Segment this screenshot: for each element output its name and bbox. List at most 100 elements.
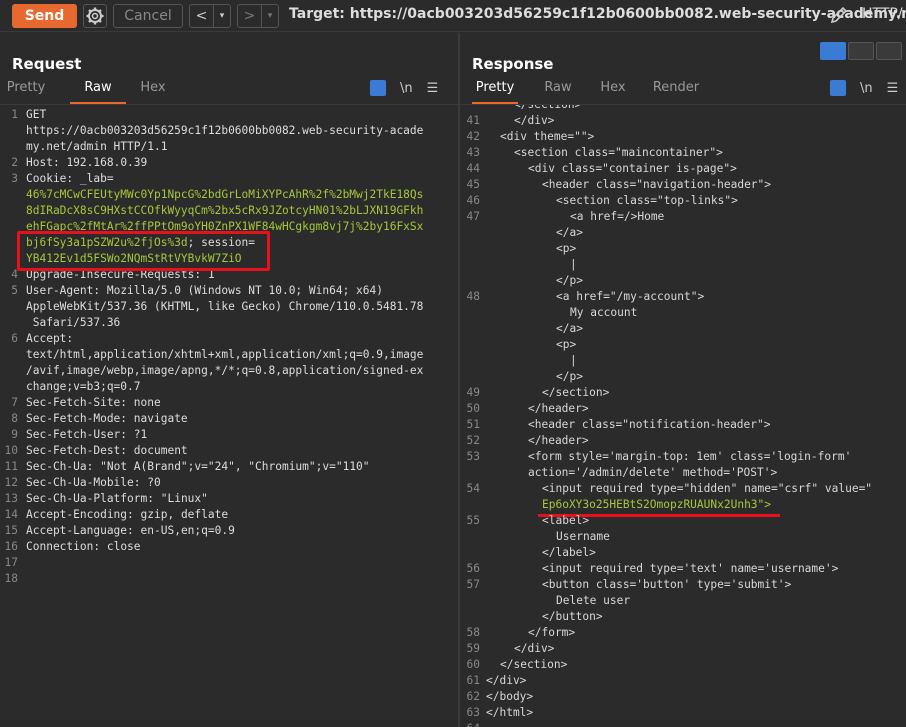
newline-toggle[interactable]: \n — [400, 81, 413, 96]
request-line-text: Sec-Ch-Ua-Mobile: ?0 — [26, 475, 161, 491]
response-line: action='/admin/delete' method='POST'> — [460, 465, 900, 481]
response-line: 43 <section class="maincontainer"> — [460, 145, 900, 161]
forward-history-dropdown[interactable]: ▾ — [262, 5, 278, 27]
line-number: 61 — [466, 674, 480, 687]
tab-hex[interactable]: Hex — [134, 80, 172, 102]
request-line: 46%7cMCwCFEUtyMWc0Yp1NpcG%2bdGrLoMiXYPcA… — [0, 187, 448, 203]
response-line: 57 <button class='button' type='submit'> — [460, 577, 900, 593]
request-line-text: GET — [26, 107, 46, 123]
request-line: 1 GET — [0, 107, 448, 123]
header-separator: : — [120, 444, 134, 457]
request-title: Request — [12, 55, 82, 73]
settings-button[interactable] — [83, 4, 107, 28]
line-number: 48 — [466, 290, 480, 303]
cookie-value: 8dIRaDcX8sC9HXstCCOfkWyyqCm%2bx5cRx9JZot… — [26, 204, 424, 217]
header-name: Sec-Ch-Ua-Platform — [26, 492, 148, 505]
response-line-text: </p> — [556, 370, 583, 383]
request-tools: \n ☰ — [370, 80, 438, 96]
response-line: | — [460, 257, 900, 273]
forward-button[interactable]: > — [238, 5, 262, 27]
request-text: /avif,image/webp,image/apng,*/*;q=0.8,ap… — [26, 364, 424, 377]
response-line-text: <div theme=""> — [500, 130, 595, 143]
back-history-dropdown[interactable]: ▾ — [214, 5, 230, 27]
response-editor[interactable]: </section> 41 </div> 42 <div theme=""> 43 <sec… — [460, 104, 906, 727]
back-button[interactable]: < — [190, 5, 214, 27]
response-line-text: </button> — [542, 610, 603, 623]
header-separator: : — [86, 460, 101, 473]
header-separator: : — [127, 524, 141, 537]
newline-toggle[interactable]: \n — [860, 81, 873, 96]
target-url: Target: https://0acb003203d56259c1f12b06… — [289, 6, 906, 22]
line-number: 3 — [11, 172, 18, 185]
response-line: </p> — [460, 369, 900, 385]
line-number: 49 — [466, 386, 480, 399]
request-line-text: Safari/537.36 — [26, 315, 121, 331]
request-line: text/html,application/xhtml+xml,applicat… — [0, 347, 448, 363]
request-line: https://0acb003203d56259c1f12b0600bb0082… — [0, 123, 448, 139]
header-separator: : — [133, 476, 148, 489]
request-line: my.net/admin HTTP/1.1 — [0, 139, 448, 155]
line-number: 14 — [4, 508, 18, 521]
line-number: 12 — [4, 476, 18, 489]
response-line: 53 <form style='margin-top: 1em' class='l… — [460, 449, 900, 465]
response-line-text: action='/admin/delete' method='POST'> — [528, 466, 778, 479]
line-number: 16 — [4, 540, 18, 553]
request-editor[interactable]: 1 GET https://0acb003203d56259c1f12b0600bb… — [0, 104, 458, 727]
send-button[interactable]: Send — [12, 4, 77, 28]
line-number: 43 — [466, 146, 480, 159]
tab-hex[interactable]: Hex — [596, 80, 630, 102]
wrap-icon[interactable] — [370, 80, 386, 96]
session-cookie-highlight — [17, 231, 270, 271]
line-number: 17 — [4, 556, 18, 569]
header-value: "Not A(Brand";v="24", "Chromium";v="110" — [100, 460, 370, 473]
request-line: 16 Connection: close — [0, 539, 448, 555]
request-line: 10 Sec-Fetch-Dest: document — [0, 443, 448, 459]
cancel-button[interactable]: Cancel — [113, 4, 183, 28]
line-number: 52 — [466, 434, 480, 447]
response-line: 47 <a href=/>Home — [460, 209, 900, 225]
response-tools: \n ☰ — [830, 80, 898, 96]
tab-render[interactable]: Render — [650, 80, 702, 102]
request-line: 2 Host: 192.168.0.39 — [0, 155, 448, 171]
header-separator: : — [93, 284, 107, 297]
menu-icon[interactable]: ☰ — [427, 81, 439, 96]
request-text: text/html,application/xhtml+xml,applicat… — [26, 348, 424, 361]
header-name: Sec-Fetch-Site — [26, 396, 121, 409]
request-line-text: Accept-Language: en-US,en;q=0.9 — [26, 523, 235, 539]
line-number: 57 — [466, 578, 480, 591]
header-value: close — [106, 540, 141, 553]
response-line-text: </header> — [528, 402, 589, 415]
request-line: 7 Sec-Fetch-Site: none — [0, 395, 448, 411]
tab-pretty[interactable]: Pretty — [4, 80, 48, 102]
response-line-text: </form> — [528, 626, 576, 639]
header-separator: : — [66, 332, 80, 345]
response-line: <p> — [460, 241, 900, 257]
response-line: 61 </div> — [460, 673, 900, 689]
response-line: 41 </div> — [460, 113, 900, 129]
http-version-label[interactable]: HTTP/ — [862, 6, 906, 22]
request-line: 8 Sec-Fetch-Mode: navigate — [0, 411, 448, 427]
header-separator: : — [66, 172, 80, 185]
header-value: none — [133, 396, 161, 409]
response-line: 56 <input required type='text' name='user… — [460, 561, 900, 577]
line-number: 8 — [11, 412, 18, 425]
response-line-text: <p> — [556, 338, 577, 351]
request-line-text: Accept: — [26, 331, 80, 347]
response-line: </a> — [460, 225, 900, 241]
header-name: Accept-Encoding — [26, 508, 128, 521]
tab-pretty[interactable]: Pretty — [472, 80, 518, 104]
tab-raw[interactable]: Raw — [538, 80, 578, 102]
header-value: "Linux" — [160, 492, 208, 505]
menu-icon[interactable]: ☰ — [887, 81, 899, 96]
request-line-text: Sec-Ch-Ua: "Not A(Brand";v="24", "Chromi… — [26, 459, 370, 475]
tab-raw[interactable]: Raw — [70, 80, 126, 104]
edit-target-button[interactable] — [828, 4, 850, 26]
line-number: 51 — [466, 418, 480, 431]
pencil-icon — [830, 6, 848, 24]
request-text: my.net/admin HTTP/1.1 — [26, 140, 168, 153]
response-line: </button> — [460, 609, 900, 625]
wrap-icon[interactable] — [830, 80, 846, 96]
header-separator: : — [93, 540, 107, 553]
response-line-text: <button class='button' type='submit'> — [542, 578, 792, 591]
header-separator: : — [120, 396, 134, 409]
